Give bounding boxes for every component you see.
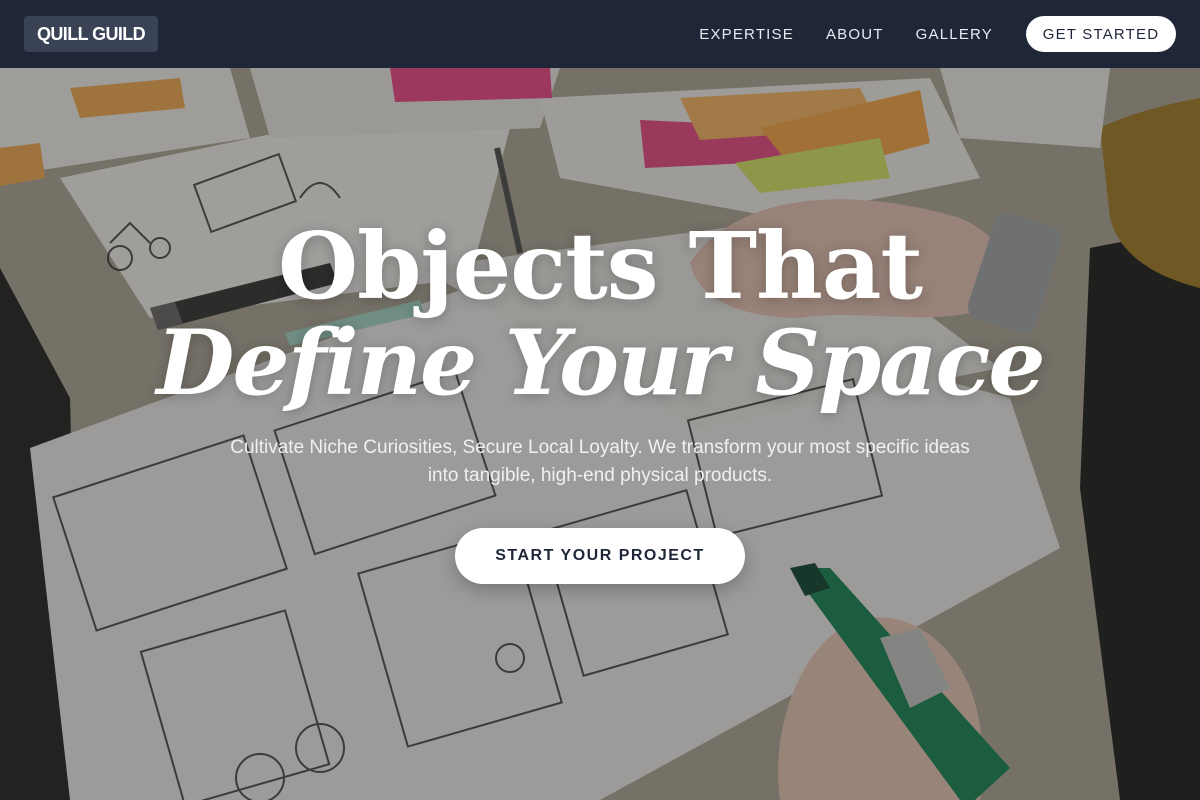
top-navigation-bar: QUILL GUILD EXPERTISE ABOUT GALLERY GET … bbox=[0, 0, 1200, 68]
brand-logo[interactable]: QUILL GUILD bbox=[24, 16, 159, 52]
nav-link-gallery[interactable]: GALLERY bbox=[916, 26, 993, 43]
hero-subtitle-line1: Cultivate Niche Curiosities, Secure Loca… bbox=[230, 437, 970, 458]
main-nav: EXPERTISE ABOUT GALLERY GET STARTED bbox=[699, 16, 1176, 52]
start-your-project-button[interactable]: START YOUR PROJECT bbox=[455, 528, 745, 584]
hero-title-line1: Objects That bbox=[277, 212, 923, 320]
hero-content: Objects That Define Your Space Cultivate… bbox=[0, 68, 1200, 800]
nav-link-about[interactable]: ABOUT bbox=[826, 26, 884, 43]
hero-subtitle: Cultivate Niche Curiosities, Secure Loca… bbox=[190, 434, 1010, 490]
get-started-button[interactable]: GET STARTED bbox=[1026, 16, 1176, 52]
hero-section: Objects That Define Your Space Cultivate… bbox=[0, 68, 1200, 800]
hero-subtitle-line2: into tangible, high-end physical product… bbox=[427, 465, 773, 486]
nav-link-expertise[interactable]: EXPERTISE bbox=[699, 26, 794, 43]
hero-title-line2: Define Your Space bbox=[156, 310, 1045, 416]
